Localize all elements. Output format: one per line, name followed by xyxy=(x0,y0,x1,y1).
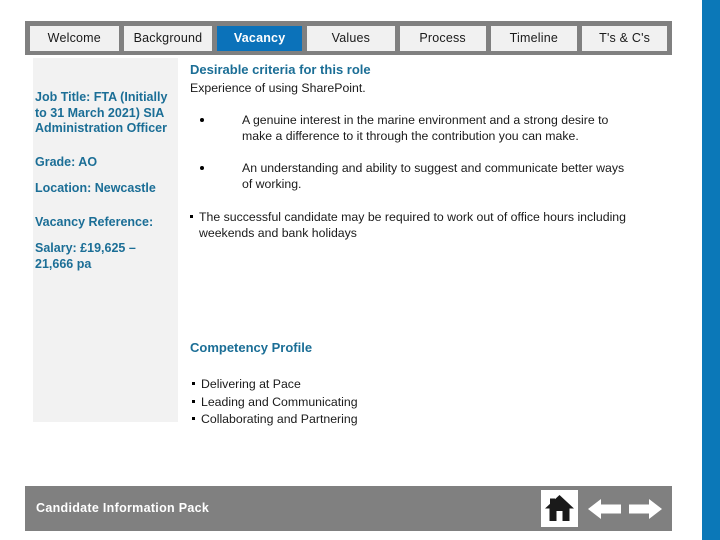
bullet-square-icon xyxy=(192,417,195,420)
footer-bar: Candidate Information Pack xyxy=(25,486,672,531)
right-edge-accent-stripe xyxy=(702,0,720,540)
main-content: Desirable criteria for this role Experie… xyxy=(190,62,630,241)
work-hours-note: The successful candidate may be required… xyxy=(190,209,630,241)
tab-process[interactable]: Process xyxy=(400,26,486,51)
competency-text: Leading and Communicating xyxy=(201,395,358,409)
list-item: A genuine interest in the marine environ… xyxy=(190,113,630,144)
tab-timeline[interactable]: Timeline xyxy=(491,26,578,51)
grade-text: Grade: AO xyxy=(35,155,172,171)
competency-profile-section: Competency Profile Delivering at Pace Le… xyxy=(190,340,520,429)
work-hours-text: The successful candidate may be required… xyxy=(199,210,626,240)
competency-profile-heading: Competency Profile xyxy=(190,340,520,356)
list-item: Leading and Communicating xyxy=(190,394,520,412)
home-button[interactable] xyxy=(541,490,578,527)
desirable-criteria-heading: Desirable criteria for this role xyxy=(190,62,630,78)
criteria-text: An understanding and ability to suggest … xyxy=(242,161,624,191)
desirable-criteria-intro: Experience of using SharePoint. xyxy=(190,81,630,96)
arrow-left-icon xyxy=(588,498,621,520)
salary-text: Salary: £19,625 – 21,666 pa xyxy=(35,241,172,272)
vacancy-summary-panel: Job Title: FTA (Initially to 31 March 20… xyxy=(33,58,178,422)
next-slide-button[interactable] xyxy=(629,498,662,520)
competency-list: Delivering at Pace Leading and Communica… xyxy=(190,376,520,429)
bullet-square-icon xyxy=(192,400,195,403)
bullet-dot-icon xyxy=(200,166,204,170)
criteria-text: A genuine interest in the marine environ… xyxy=(242,113,608,143)
job-title-text: Job Title: FTA (Initially to 31 March 20… xyxy=(35,90,172,137)
list-item: An understanding and ability to suggest … xyxy=(190,161,630,192)
competency-text: Delivering at Pace xyxy=(201,377,301,391)
tab-background[interactable]: Background xyxy=(124,26,213,51)
vacancy-reference-text: Vacancy Reference: xyxy=(35,215,172,231)
list-item: Collaborating and Partnering xyxy=(190,411,520,429)
location-text: Location: Newcastle xyxy=(35,181,172,197)
previous-slide-button[interactable] xyxy=(588,498,621,520)
tab-bar: Welcome Background Vacancy Values Proces… xyxy=(25,21,672,55)
desirable-criteria-list: A genuine interest in the marine environ… xyxy=(190,113,630,192)
tab-vacancy[interactable]: Vacancy xyxy=(217,26,302,51)
bullet-square-icon xyxy=(190,215,193,218)
tab-terms-and-conditions[interactable]: T's & C's xyxy=(582,26,667,51)
list-item: Delivering at Pace xyxy=(190,376,520,394)
home-icon xyxy=(541,490,578,527)
footer-title: Candidate Information Pack xyxy=(36,501,209,515)
bullet-dot-icon xyxy=(200,118,204,122)
tab-welcome[interactable]: Welcome xyxy=(30,26,119,51)
arrow-right-icon xyxy=(629,498,662,520)
competency-text: Collaborating and Partnering xyxy=(201,412,358,426)
bullet-square-icon xyxy=(192,382,195,385)
tab-values[interactable]: Values xyxy=(307,26,395,51)
